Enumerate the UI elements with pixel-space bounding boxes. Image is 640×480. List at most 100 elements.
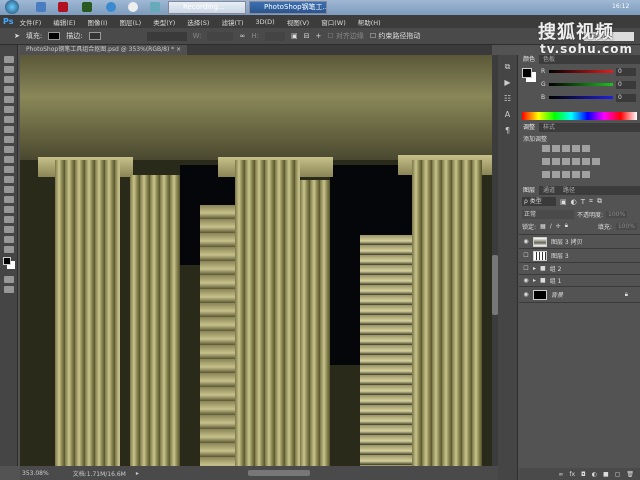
channel-mixer-icon[interactable] <box>582 158 590 165</box>
dreamweaver-icon[interactable] <box>82 2 92 12</box>
g-slider[interactable] <box>549 83 613 86</box>
media-player-icon[interactable] <box>128 2 138 12</box>
b-value[interactable]: 0 <box>616 94 636 102</box>
path-select-tool[interactable] <box>3 216 14 223</box>
path-arrange-icon[interactable]: + <box>315 32 321 40</box>
healing-tool[interactable] <box>3 116 14 123</box>
brightness-icon[interactable] <box>542 145 550 152</box>
menu-image[interactable]: 图像(I) <box>87 17 107 27</box>
eyedropper-tool[interactable] <box>3 106 14 113</box>
visibility-toggle[interactable]: ☐ <box>519 265 533 272</box>
new-layer-icon[interactable]: ▢ <box>615 471 621 478</box>
brush-tool[interactable] <box>3 126 14 133</box>
stamp-tool[interactable] <box>3 136 14 143</box>
path-align-icon[interactable]: ⊟ <box>304 32 310 40</box>
task-recording[interactable]: Recording... <box>168 1 246 14</box>
invert-icon[interactable] <box>542 171 550 178</box>
adjustment-layer-icon[interactable]: ◐ <box>592 471 597 478</box>
type-tool[interactable] <box>3 206 14 213</box>
layer-filter-dropdown[interactable]: ρ 类型 <box>522 197 556 206</box>
lock-transparent-icon[interactable]: ▦ <box>540 223 546 230</box>
zoom-tool[interactable] <box>3 246 14 253</box>
quick-select-tool[interactable] <box>3 86 14 93</box>
width-field[interactable] <box>207 31 234 41</box>
threshold-icon[interactable] <box>562 171 570 178</box>
filter-type-icon[interactable]: T <box>581 198 585 206</box>
vibrance-icon[interactable] <box>582 145 590 152</box>
constrain-checkbox[interactable]: ☐ 约束路径拖动 <box>370 31 421 41</box>
path-select-icon[interactable]: ➤ <box>14 32 20 40</box>
tab-channels[interactable]: 通道 <box>539 186 559 195</box>
menu-type[interactable]: 类型(Y) <box>153 17 175 27</box>
posterize-icon[interactable] <box>552 171 560 178</box>
fill-swatch[interactable] <box>48 32 61 40</box>
tab-adjustments[interactable]: 调整 <box>519 123 540 132</box>
r-slider[interactable] <box>549 70 613 73</box>
stroke-type-dropdown[interactable] <box>146 31 187 41</box>
color-lookup-icon[interactable] <box>592 158 600 165</box>
color-ramp[interactable] <box>522 112 637 120</box>
start-button[interactable] <box>5 0 19 14</box>
tab-swatches[interactable]: 色板 <box>539 55 559 64</box>
app-icon[interactable] <box>150 2 160 12</box>
expand-arrow-icon[interactable]: ▸ <box>533 277 536 284</box>
crop-tool[interactable] <box>3 96 14 103</box>
lasso-tool[interactable] <box>3 76 14 83</box>
layer-row[interactable]: ☐ 图层 3 <box>519 249 640 263</box>
menu-file[interactable]: 文件(F) <box>19 17 41 27</box>
layer-row[interactable]: ◉ 背景 🔒︎ <box>519 287 640 303</box>
menu-view[interactable]: 视图(V) <box>287 17 310 27</box>
task-photoshop[interactable]: PhotoShop钢笔工... <box>249 1 327 14</box>
menu-select[interactable]: 选择(S) <box>187 17 209 27</box>
height-field[interactable] <box>264 31 285 41</box>
paragraph-icon[interactable]: ¶ <box>503 126 513 135</box>
tab-layers[interactable]: 图层 <box>519 186 540 195</box>
fill-field[interactable]: 100% <box>615 222 637 230</box>
foreground-color[interactable] <box>522 68 532 78</box>
history-brush-tool[interactable] <box>3 146 14 153</box>
levels-icon[interactable] <box>552 145 560 152</box>
filter-image-icon[interactable]: ▣ <box>560 198 567 206</box>
horizontal-scrollbar[interactable] <box>248 470 310 476</box>
tab-color[interactable]: 颜色 <box>519 55 540 64</box>
r-value[interactable]: 0 <box>616 68 636 76</box>
filter-smart-icon[interactable]: ⧉ <box>597 197 602 206</box>
pen-tool[interactable] <box>3 196 14 203</box>
menu-filter[interactable]: 滤镜(T) <box>221 17 243 27</box>
g-value[interactable]: 0 <box>616 81 636 89</box>
dodge-tool[interactable] <box>3 186 14 193</box>
eraser-tool[interactable] <box>3 156 14 163</box>
document-canvas[interactable] <box>20 55 492 466</box>
color-swatches[interactable] <box>0 257 17 273</box>
exposure-icon[interactable] <box>572 145 580 152</box>
expand-arrow-icon[interactable]: ▸ <box>533 265 536 272</box>
b-slider[interactable] <box>549 96 613 99</box>
quick-mask-tool[interactable] <box>3 276 14 283</box>
visibility-toggle[interactable]: ☐ <box>519 252 533 259</box>
photo-filter-icon[interactable] <box>572 158 580 165</box>
actions-icon[interactable]: ▶ <box>503 78 513 87</box>
bw-icon[interactable] <box>562 158 570 165</box>
status-menu-arrow[interactable]: ▸ <box>136 470 139 477</box>
link-icon[interactable]: ∞ <box>239 32 245 40</box>
filter-shape-icon[interactable]: ⌗ <box>589 197 593 206</box>
tab-styles[interactable]: 样式 <box>539 123 559 132</box>
marquee-tool[interactable] <box>3 66 14 73</box>
opacity-field[interactable]: 100% <box>606 210 628 218</box>
curves-icon[interactable] <box>562 145 570 152</box>
eye-icon[interactable]: ◉ <box>519 291 533 298</box>
selective-color-icon[interactable] <box>572 171 580 178</box>
ie-icon[interactable] <box>106 2 116 12</box>
link-layers-icon[interactable]: ∞ <box>558 471 563 478</box>
move-tool[interactable] <box>3 56 14 63</box>
tab-paths[interactable]: 路径 <box>559 186 579 195</box>
eye-icon[interactable]: ◉ <box>519 238 533 245</box>
hue-sat-icon[interactable] <box>542 158 550 165</box>
group-row[interactable]: ◉ ▸ ■ 组 1 <box>519 275 640 287</box>
lock-pixels-icon[interactable]: ∕ <box>550 223 552 230</box>
menu-layer[interactable]: 图层(L) <box>119 17 141 27</box>
group-row[interactable]: ☐ ▸ ■ 组 2 <box>519 263 640 275</box>
gradient-map-icon[interactable] <box>582 171 590 178</box>
mask-icon[interactable]: ◘ <box>581 471 586 478</box>
align-edges-checkbox[interactable]: ☐ 对齐边缘 <box>327 31 364 41</box>
